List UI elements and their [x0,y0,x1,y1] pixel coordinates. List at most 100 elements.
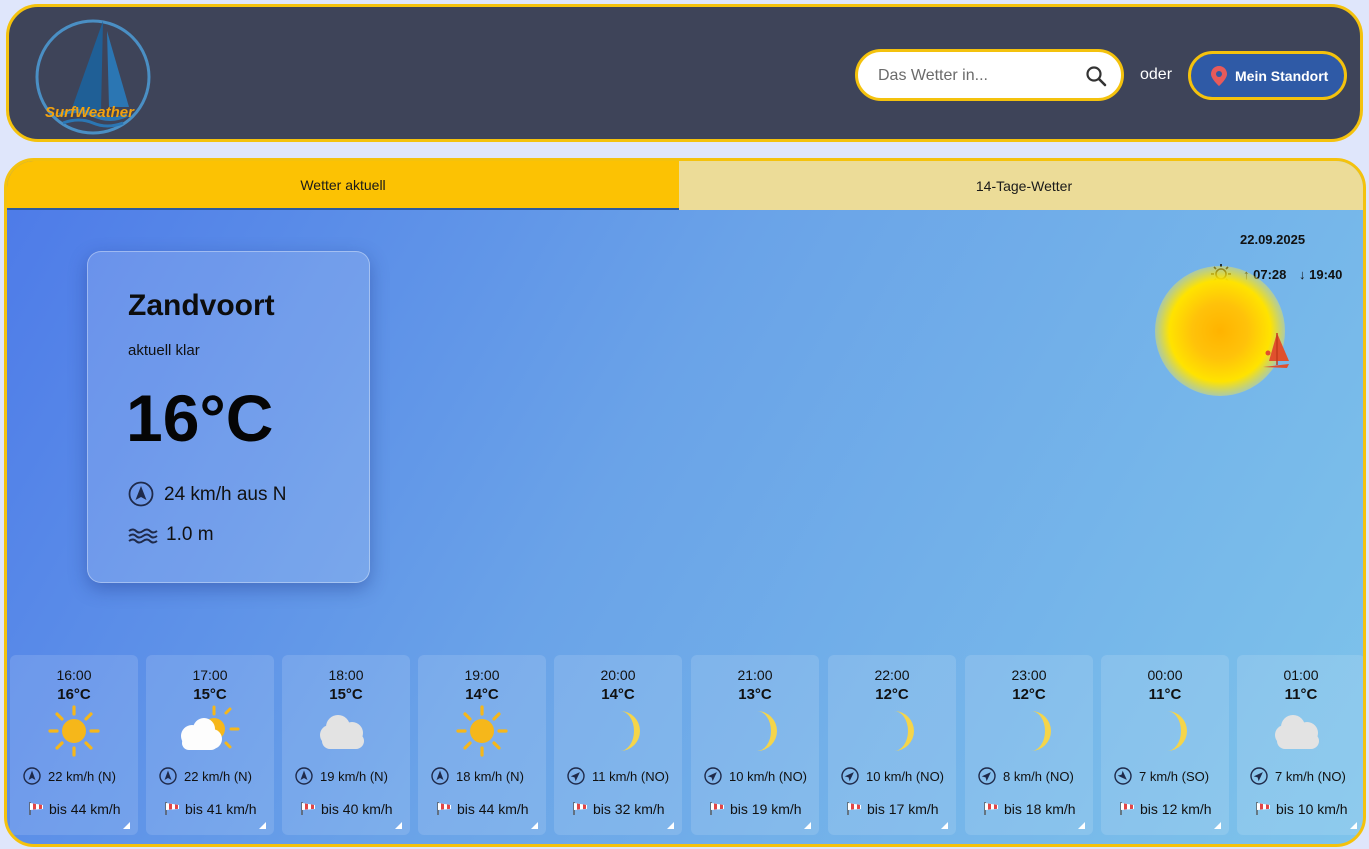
hour-temperature: 16°C [57,686,91,703]
windsock-icon [301,802,315,815]
hour-time: 00:00 [1147,667,1183,683]
expand-corner-icon[interactable] [667,822,674,829]
expand-corner-icon[interactable] [123,822,130,829]
hour-wind: 7 km/h (NO) [1275,769,1346,784]
hour-temperature: 14°C [465,686,499,703]
hour-wind: 19 km/h (N) [320,769,388,784]
tab-current-weather[interactable]: Wetter aktuell [7,161,679,210]
search-input[interactable]: Das Wetter in... [878,67,988,85]
wind-direction-icon [978,767,996,785]
cloud-icon [304,705,388,757]
hour-gust: bis 19 km/h [730,801,802,817]
hourly-card[interactable]: 01:00 11°C 7 km/h (NO) bis 10 km/h [1237,655,1363,835]
hour-wind: 22 km/h (N) [184,769,252,784]
windsock-icon [437,802,451,815]
expand-corner-icon[interactable] [531,822,538,829]
hourly-card[interactable]: 16:00 16°C 22 km/h (N) bis 44 km/h [10,655,138,835]
moon-icon [850,705,934,757]
hour-wind: 18 km/h (N) [456,769,524,784]
hour-gust: bis 17 km/h [867,801,939,817]
expand-corner-icon[interactable] [1214,822,1221,829]
hour-gust: bis 18 km/h [1004,801,1076,817]
windsock-icon [573,802,587,815]
waves-icon [128,528,158,544]
date-label: 22.09.2025 [1240,232,1306,247]
sun-icon [32,705,116,757]
wind-direction-icon [431,767,449,785]
expand-corner-icon[interactable] [941,822,948,829]
hour-wind: 10 km/h (NO) [866,769,945,784]
hour-gust: bis 12 km/h [1140,801,1212,817]
wind-direction-icon [159,767,177,785]
wind-direction-icon [704,767,722,785]
hour-gust: bis 41 km/h [185,801,257,817]
hour-wind: 10 km/h (NO) [729,769,808,784]
wind-direction-icon [841,767,859,785]
or-label: oder [1140,66,1173,83]
current-weather-card: Zandvoort aktuell klar 16°C 24 km/h aus … [87,251,370,583]
windsock-icon [1120,802,1134,815]
hour-time: 21:00 [737,667,773,683]
windsock-icon [165,802,179,815]
current-temperature: 16°C [126,381,274,455]
hour-gust: bis 44 km/h [49,801,121,817]
expand-corner-icon[interactable] [1078,822,1085,829]
hour-gust: bis 44 km/h [457,801,529,817]
my-location-label: Mein Standort [1235,68,1329,84]
hour-time: 23:00 [1011,667,1047,683]
windsurfer-icon [1263,333,1289,368]
windsock-icon [710,802,724,815]
hourly-card[interactable]: 18:00 15°C 19 km/h (N) bis 40 km/h [282,655,410,835]
hour-temperature: 12°C [875,686,909,703]
hour-time: 17:00 [192,667,228,683]
surfweather-logo[interactable]: SurfWeather [31,11,155,137]
hour-time: 22:00 [874,667,910,683]
app-header: SurfWeather Das Wetter in... oder Mein S… [6,4,1363,142]
location-pin-icon [1211,66,1227,86]
sun-cloud-icon [168,705,252,757]
current-wind: 24 km/h aus N [164,484,287,505]
sunset-time: ↓ 19:40 [1299,267,1343,282]
windsock-icon [29,802,43,815]
expand-corner-icon[interactable] [1350,822,1357,829]
hour-temperature: 15°C [329,686,363,703]
my-location-button[interactable]: Mein Standort [1188,51,1347,100]
hour-temperature: 11°C [1148,686,1182,703]
hour-temperature: 12°C [1012,686,1046,703]
moon-icon [1123,705,1207,757]
hourly-card[interactable]: 20:00 14°C 11 km/h (NO) bis 32 km/h [554,655,682,835]
wave-height: 1.0 m [166,524,214,545]
windsock-icon [847,802,861,815]
hour-wind: 22 km/h (N) [48,769,116,784]
hourly-card[interactable]: 22:00 12°C 10 km/h (NO) bis 17 km/h [828,655,956,835]
moon-icon [576,705,660,757]
search-icon[interactable] [1085,65,1107,87]
hourly-card[interactable]: 23:00 12°C 8 km/h (NO) bis 18 km/h [965,655,1093,835]
wind-direction-icon [295,767,313,785]
hourly-card[interactable]: 17:00 15°C 22 km/h (N) bis 41 km/h [146,655,274,835]
windsock-icon [984,802,998,815]
svg-text:SurfWeather: SurfWeather [45,104,135,121]
hour-temperature: 11°C [1284,686,1318,703]
city-name: Zandvoort [128,289,275,322]
hourly-card[interactable]: 21:00 13°C 10 km/h (NO) bis 19 km/h [691,655,819,835]
tab-14-day-weather[interactable]: 14-Tage-Wetter [679,161,1363,210]
wind-direction-icon [567,767,585,785]
weather-panel: Wetter aktuell 14-Tage-Wetter 22.09.2025… [4,158,1366,847]
search-bar[interactable]: Das Wetter in... [855,49,1124,101]
hour-time: 19:00 [464,667,500,683]
hour-time: 16:00 [56,667,92,683]
expand-corner-icon[interactable] [395,822,402,829]
cloud-icon [1259,705,1343,757]
wind-direction-icon [1114,767,1132,785]
hourly-card[interactable]: 19:00 14°C 18 km/h (N) bis 44 km/h [418,655,546,835]
hourly-card[interactable]: 00:00 11°C 7 km/h (SO) bis 12 km/h [1101,655,1229,835]
sun-icon [440,705,524,757]
hour-time: 20:00 [600,667,636,683]
hour-temperature: 15°C [193,686,227,703]
expand-corner-icon[interactable] [259,822,266,829]
hour-wind: 11 km/h (NO) [592,769,670,784]
hour-temperature: 13°C [738,686,772,703]
expand-corner-icon[interactable] [804,822,811,829]
tab-current-weather-label: Wetter aktuell [300,176,386,193]
